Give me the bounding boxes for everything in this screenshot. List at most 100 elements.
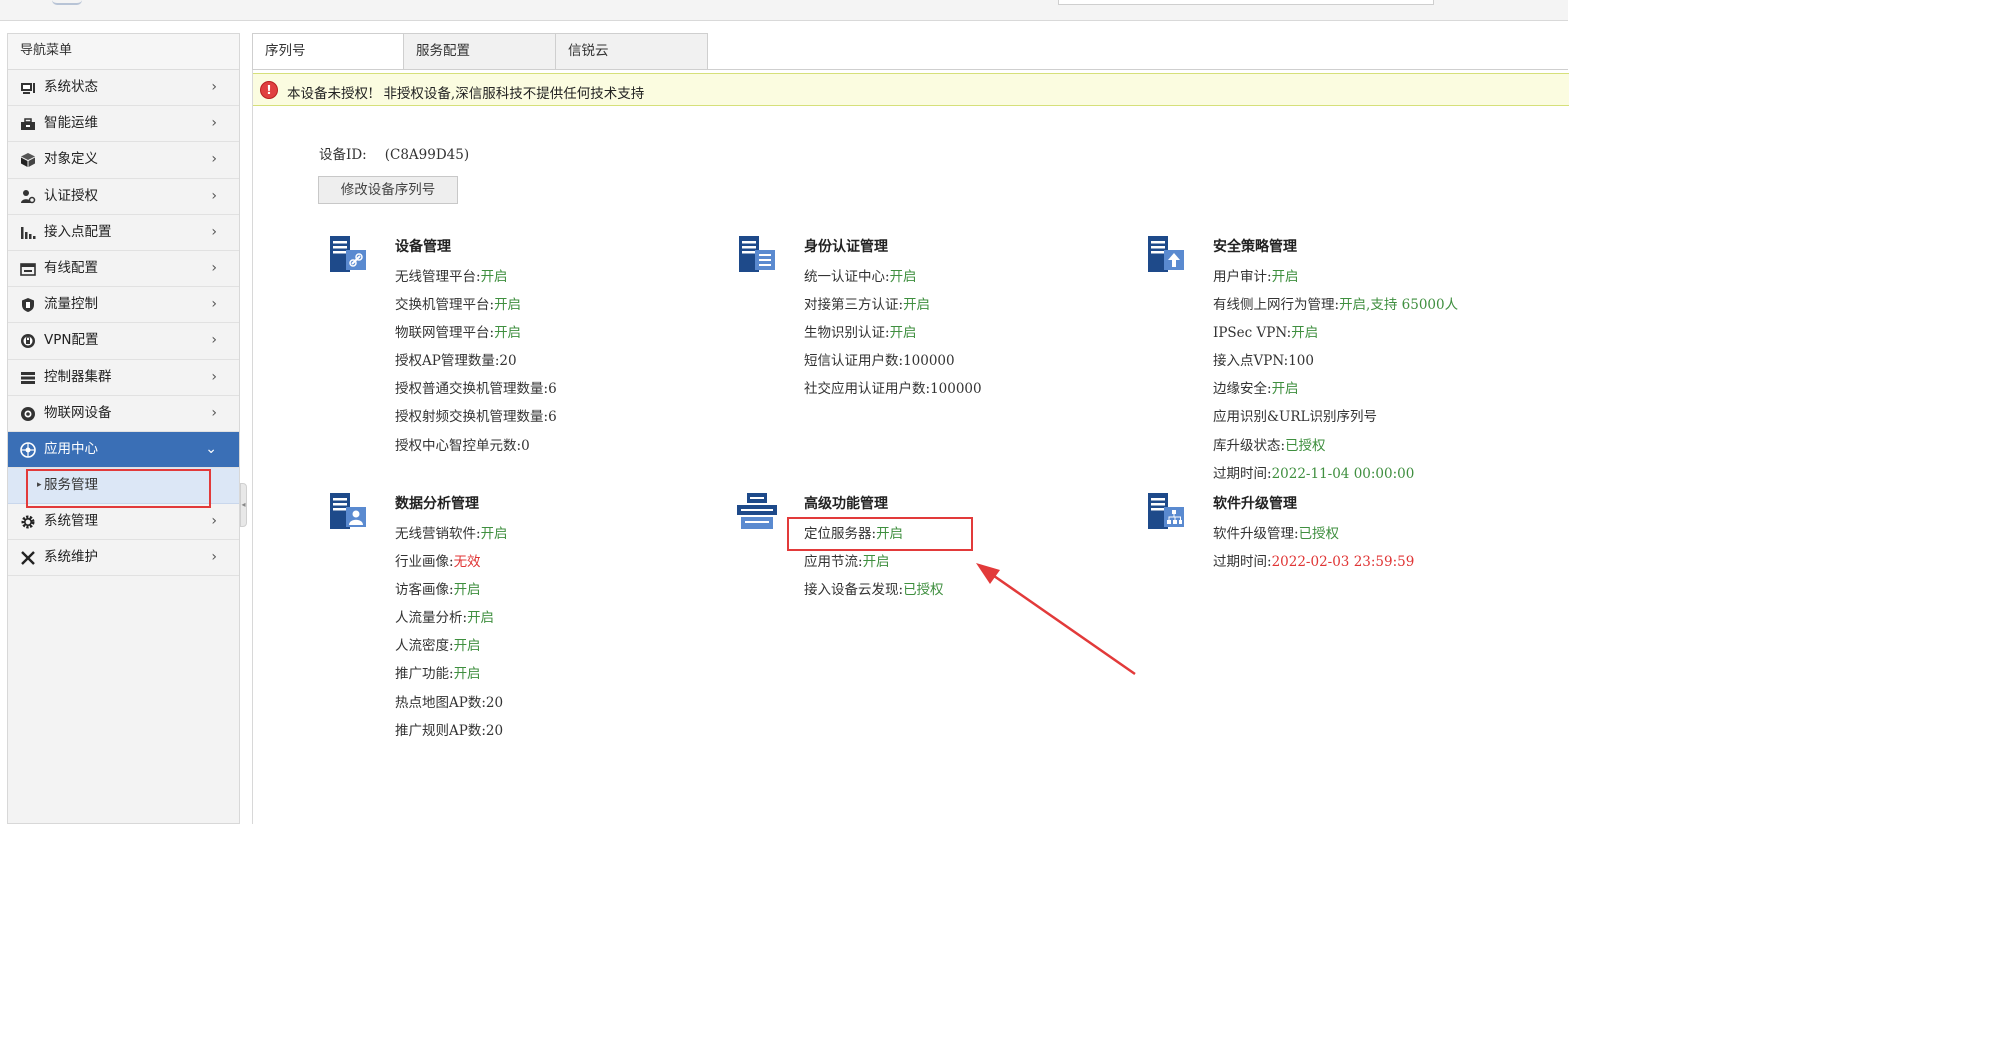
modify-serial-button[interactable]: 修改设备序列号 (318, 176, 458, 204)
info-row: 人流密度:开启 (395, 638, 481, 655)
info-row: 推广规则AP数:20 (395, 722, 504, 739)
sidebar-item-iot-devices[interactable]: 物联网设备 › (8, 396, 239, 432)
sidebar-item-app-center[interactable]: 应用中心 ⌄ (8, 431, 239, 469)
chevron-right-icon: › (211, 115, 217, 132)
info-row: 行业画像:无效 (395, 554, 481, 571)
warning-title: 本设备未授权! (287, 86, 374, 102)
server-user-icon (330, 493, 366, 529)
sidebar-item-object-definition[interactable]: 对象定义 › (8, 142, 239, 179)
sidebar-item-label: 智能运维 (44, 115, 98, 132)
alert-icon: ! (260, 81, 278, 99)
tab-serial-number[interactable]: 序列号 (252, 33, 404, 69)
sidebar-item-label: 系统状态 (44, 79, 98, 95)
sidebar-item-ap-config[interactable]: 接入点配置 › (8, 215, 239, 251)
info-row: 社交应用认证用户数:100000 (804, 381, 982, 398)
warning-message: 非授权设备,深信服科技不提供任何技术支持 (383, 86, 645, 102)
info-row: 授权AP管理数量:20 (395, 353, 517, 370)
sidebar-item-label: 应用中心 (44, 440, 98, 457)
info-row: 有线侧上网行为管理:开启,支持 65000人 (1213, 297, 1459, 314)
search-input[interactable] (1058, 0, 1434, 5)
info-row: 授权普通交换机管理数量:6 (395, 381, 557, 398)
info-row: 热点地图AP数:20 (395, 694, 504, 711)
highlight-box-location-server (787, 517, 973, 551)
shield-icon (22, 298, 34, 313)
sidebar-item-vpn-config[interactable]: VPN配置 › (8, 323, 239, 360)
server-link-icon (330, 236, 366, 272)
unauthorized-warning-banner: ! 本设备未授权! 非授权设备,深信服科技不提供任何技术支持 (253, 73, 1569, 106)
server-cluster-icon (737, 493, 777, 529)
gear-icon (21, 515, 35, 529)
sidebar-item-wired-config[interactable]: 有线配置 › (8, 251, 239, 288)
chevron-right-icon: › (211, 223, 217, 240)
info-row: 授权中心智控单元数:0 (395, 437, 530, 454)
info-row: 过期时间:2022-11-04 00:00:00 (1213, 465, 1415, 482)
section-title: 高级功能管理 (804, 496, 888, 512)
sidebar-item-label: 系统维护 (44, 549, 98, 566)
info-row: 库升级状态:已授权 (1213, 437, 1326, 454)
sidebar-item-label: VPN配置 (44, 332, 99, 349)
app-center-icon (20, 442, 36, 458)
cube-icon (21, 153, 35, 168)
chevron-right-icon: › (211, 79, 217, 95)
sidebar-item-label: 系统管理 (44, 513, 98, 530)
section-title: 身份认证管理 (804, 239, 888, 255)
tab-service-config[interactable]: 服务配置 (403, 33, 556, 69)
info-row: 边缘安全:开启 (1213, 381, 1299, 398)
info-row: 交换机管理平台:开启 (395, 297, 522, 314)
info-row: 物联网管理平台:开启 (395, 325, 522, 342)
top-header-bar (0, 0, 1568, 21)
sidebar-item-auth[interactable]: 认证授权 › (8, 179, 239, 215)
info-row: 推广功能:开启 (395, 666, 481, 683)
signal-bars-icon (21, 226, 36, 239)
sidebar-item-label: 接入点配置 (44, 223, 112, 240)
sidebar-item-smart-ops[interactable]: 智能运维 › (8, 106, 239, 143)
server-rack-icon (21, 371, 35, 384)
chevron-right-icon: › (211, 404, 217, 421)
chevron-right-icon: › (211, 549, 217, 566)
vpn-lock-icon (21, 334, 35, 349)
chevron-down-icon: ⌄ (205, 440, 217, 457)
info-row: 软件升级管理:已授权 (1213, 526, 1340, 542)
section-title: 安全策略管理 (1213, 239, 1297, 255)
chevron-right-icon: › (211, 187, 217, 204)
info-row: 无线营销软件:开启 (395, 526, 508, 542)
chevron-right-icon: › (211, 332, 217, 349)
toolbox-icon (21, 118, 35, 131)
info-row: 统一认证中心:开启 (804, 269, 917, 285)
sidebar-title: 导航菜单 (8, 34, 239, 70)
info-row: 短信认证用户数:100000 (804, 353, 955, 370)
server-tree-icon (1148, 493, 1184, 529)
sidebar-item-label: 控制器集群 (44, 368, 112, 385)
info-row: 接入设备云发现:已授权 (804, 582, 944, 599)
info-row: 授权射频交换机管理数量:6 (395, 409, 557, 426)
section-title: 设备管理 (395, 239, 451, 255)
sidebar-item-system-maintenance[interactable]: 系统维护 › (8, 540, 239, 577)
info-row: 应用识别&URL识别序列号 (1213, 409, 1378, 426)
info-row: 用户审计:开启 (1213, 269, 1299, 285)
annotation-arrow-icon (976, 563, 1136, 676)
device-id-label: 设备ID: (319, 147, 367, 163)
chevron-right-icon: › (211, 513, 217, 530)
info-row: 人流量分析:开启 (395, 610, 495, 627)
monitor-icon (21, 83, 35, 94)
info-row: IPSec VPN:开启 (1213, 325, 1319, 342)
sidebar-item-traffic-control[interactable]: 流量控制 › (8, 287, 239, 324)
sidebar-item-system-status[interactable]: 系统状态 › (8, 70, 239, 107)
section-title: 数据分析管理 (395, 496, 479, 512)
device-id-line: 设备ID: (C8A99D45) (319, 143, 469, 163)
server-upload-icon (1148, 236, 1184, 272)
sidebar-item-label: 有线配置 (44, 259, 98, 276)
info-row: 生物识别认证:开启 (804, 325, 917, 342)
sidebar-nav: 导航菜单 系统状态 › 智能运维 › 对象定义 › 认证授权 › 接入点配置 ›… (7, 33, 240, 824)
info-row: 无线管理平台:开启 (395, 269, 508, 285)
chevron-right-icon: › (211, 368, 217, 385)
user-key-icon (21, 189, 36, 203)
tab-xinrui-cloud[interactable]: 信锐云 (555, 33, 708, 69)
info-row: 应用节流:开启 (804, 554, 890, 571)
sidebar-collapse-handle[interactable]: ◂ (240, 483, 247, 527)
sidebar-item-controller-cluster[interactable]: 控制器集群 › (8, 360, 239, 396)
chevron-right-icon: › (211, 259, 217, 276)
main-content: ! 本设备未授权! 非授权设备,深信服科技不提供任何技术支持 设备ID: (C8A9… (252, 70, 1569, 824)
sidebar-item-label: 流量控制 (44, 296, 98, 313)
sidebar-item-system-management[interactable]: 系统管理 › (8, 504, 239, 541)
